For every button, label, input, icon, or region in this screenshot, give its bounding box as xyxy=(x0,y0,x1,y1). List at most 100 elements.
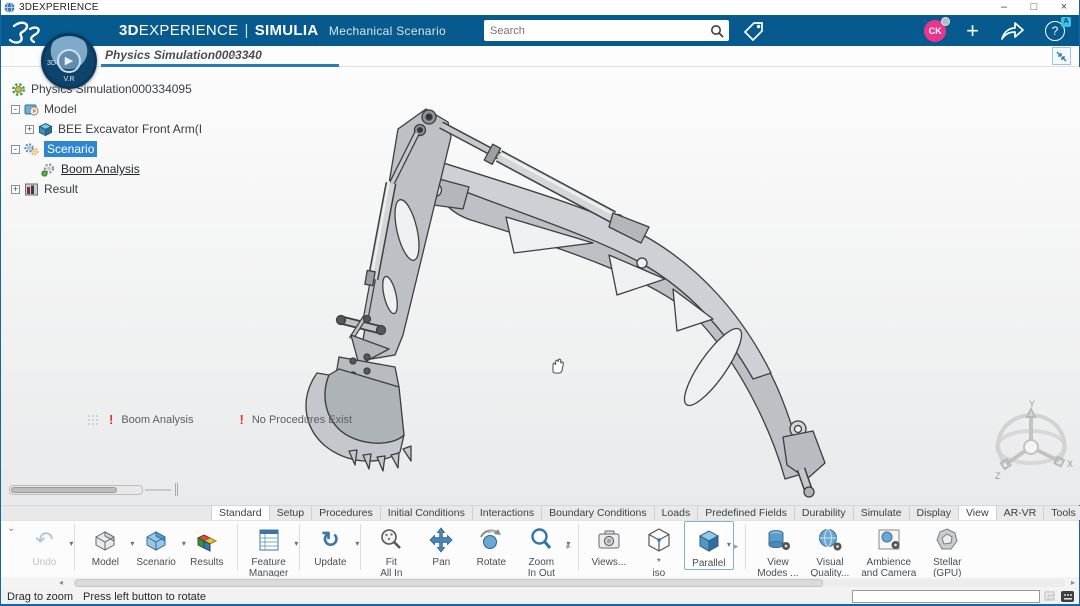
help-button[interactable]: ? A xyxy=(1045,21,1065,41)
dropdown-arrow-icon[interactable]: ▾ xyxy=(727,540,731,549)
app-globe-icon xyxy=(4,2,15,13)
tree-row-model[interactable]: - Model xyxy=(5,99,202,119)
iso-view-button[interactable]: * iso ▾ xyxy=(634,521,684,579)
avatar[interactable]: CK xyxy=(924,20,946,42)
overlap-windows-icon[interactable] xyxy=(1043,591,1057,603)
scenario-icon xyxy=(141,525,171,555)
toolbar-separator xyxy=(360,524,361,570)
zoom-in-out-button[interactable]: Zoom In Out ▾ xyxy=(516,521,566,579)
document-tab[interactable]: Physics Simulation0003340 xyxy=(105,48,262,62)
tree-expander[interactable]: + xyxy=(25,125,34,134)
views-camera-icon xyxy=(594,525,624,555)
tree-row-part[interactable]: + BEE Excavator Front Arm(I xyxy=(5,119,202,139)
app-header: ▶ 3D V.R 3DEXPERIENCE|SIMULIA Mechanical… xyxy=(1,15,1079,46)
toolbar-collapse-chevron-icon[interactable]: ⌄ xyxy=(3,521,19,536)
views-button[interactable]: Views... xyxy=(584,521,634,568)
tree-model-label[interactable]: Model xyxy=(44,102,77,116)
group-expand-icon[interactable]: ▸ xyxy=(734,541,739,552)
ribbon-tab-predefined-fields[interactable]: Predefined Fields xyxy=(698,506,795,520)
tree-analysis-label[interactable]: Boom Analysis xyxy=(61,162,140,176)
warning-no-procedures[interactable]: No Procedures Exist xyxy=(252,414,352,426)
tree-row-result[interactable]: + Result xyxy=(5,179,202,199)
ribbon-tab-tools[interactable]: Tools xyxy=(1044,506,1080,520)
dropdown-arrow-icon[interactable]: ▾ xyxy=(355,539,359,548)
brand-app: SIMULIA xyxy=(255,22,319,39)
tree-expander[interactable]: + xyxy=(11,185,20,194)
dropdown-arrow-icon[interactable]: ▾ xyxy=(566,539,570,548)
ribbon-tab-loads[interactable]: Loads xyxy=(655,506,699,520)
ribbon-tab-display[interactable]: Display xyxy=(910,506,959,520)
3d-viewport[interactable]: Physics Simulation000334095 - Model + BE… xyxy=(1,67,1080,505)
ambience-camera-icon xyxy=(874,525,904,555)
model-button[interactable]: Model ▾ xyxy=(80,521,130,568)
scroll-left-icon[interactable]: ◂ xyxy=(59,577,63,589)
ribbon-tab-view[interactable]: View xyxy=(959,506,997,520)
tree-row-scenario[interactable]: - Scenario xyxy=(5,139,202,159)
tree-result-label[interactable]: Result xyxy=(44,182,78,196)
compass-widget[interactable]: ▶ 3D V.R xyxy=(41,33,97,89)
tree-part-label[interactable]: BEE Excavator Front Arm(I xyxy=(58,122,202,136)
new-tab-button[interactable]: + xyxy=(229,47,237,63)
tree-width-slider[interactable] xyxy=(9,485,169,495)
dropdown-arrow-icon[interactable]: ▾ xyxy=(294,539,298,548)
status-bar: Drag to zoom Press left button to rotate xyxy=(1,589,1079,604)
ribbon-tab-initial-conditions[interactable]: Initial Conditions xyxy=(381,506,473,520)
scrollbar-thumb[interactable] xyxy=(75,579,823,587)
ribbon-tab-simulate[interactable]: Simulate xyxy=(854,506,910,520)
ribbon-tab-standard[interactable]: Standard xyxy=(211,506,270,520)
slider-thumb[interactable] xyxy=(11,487,117,493)
grip-dots-icon[interactable] xyxy=(87,414,101,426)
close-button[interactable]: × xyxy=(1049,0,1079,15)
axis-triad[interactable]: Y X Z xyxy=(989,399,1075,491)
undo-button[interactable]: ↶ Undo ▾ xyxy=(19,521,69,568)
toolbar-separator xyxy=(299,524,300,570)
view-modes-button[interactable]: View Modes ... xyxy=(751,521,804,579)
search-input[interactable] xyxy=(484,25,707,37)
rotate-button[interactable]: Rotate xyxy=(466,521,516,568)
ribbon-tab-interactions[interactable]: Interactions xyxy=(473,506,542,520)
collapse-viewport-button[interactable] xyxy=(1052,47,1071,65)
scroll-right-icon[interactable]: ▸ xyxy=(1071,577,1075,589)
avatar-status-badge xyxy=(941,17,950,26)
fit-all-in-button[interactable]: Fit All In xyxy=(366,521,416,579)
ribbon-tab-durability[interactable]: Durability xyxy=(795,506,854,520)
scenario-button[interactable]: Scenario ▾ xyxy=(130,521,181,568)
minimize-button[interactable]: – xyxy=(989,0,1019,15)
tree-scenario-label[interactable]: Scenario xyxy=(44,141,97,157)
tree-expander[interactable]: - xyxy=(11,105,20,114)
warning-icon: ! xyxy=(109,412,113,427)
triad-y-label: Y xyxy=(1029,399,1035,409)
ribbon-tab-boundary-conditions[interactable]: Boundary Conditions xyxy=(542,506,654,520)
brand-experience: EXPERIENCE xyxy=(139,22,239,39)
toolbar-scrollbar[interactable]: ◂ ▸ xyxy=(1,577,1079,589)
iso-cube-icon xyxy=(644,525,674,555)
tree-row-analysis[interactable]: Boom Analysis xyxy=(5,159,202,179)
feature-manager-button[interactable]: Feature Manager ▾ xyxy=(243,521,294,579)
results-button[interactable]: Results xyxy=(182,521,232,568)
visual-quality-button[interactable]: Visual Quality... xyxy=(805,521,856,579)
parallel-view-button[interactable]: Parallel ▾ xyxy=(684,521,734,570)
warning-boom-analysis[interactable]: Boom Analysis xyxy=(121,414,193,426)
update-button[interactable]: ↻ Update ▾ xyxy=(305,521,355,568)
ribbon-tab-ar-vr[interactable]: AR-VR xyxy=(997,506,1045,520)
ambience-camera-button[interactable]: Ambience and Camera xyxy=(855,521,922,579)
stellar-gpu-button[interactable]: Stellar (GPU) xyxy=(922,521,972,579)
dropdown-arrow-icon[interactable]: ▾ xyxy=(69,539,73,548)
help-notification-badge: A xyxy=(1061,17,1071,27)
tree-expander[interactable]: - xyxy=(11,145,20,154)
pan-button[interactable]: Pan xyxy=(416,521,466,568)
virtual-keyboard-icon[interactable] xyxy=(1060,590,1075,603)
fit-all-in-icon xyxy=(376,525,406,555)
add-content-button[interactable]: + xyxy=(966,21,979,41)
model-icon xyxy=(90,525,120,555)
ribbon-tab-procedures[interactable]: Procedures xyxy=(312,506,381,520)
tree-row-root[interactable]: Physics Simulation000334095 xyxy=(5,79,202,99)
share-icon[interactable] xyxy=(999,20,1025,42)
ribbon-tab-setup[interactable]: Setup xyxy=(270,506,312,520)
compass-play-icon[interactable]: ▶ xyxy=(57,49,81,73)
search-icon[interactable] xyxy=(707,23,729,39)
command-input[interactable] xyxy=(852,590,1040,603)
update-icon: ↻ xyxy=(321,525,339,555)
maximize-button[interactable]: □ xyxy=(1019,0,1049,15)
tag-icon[interactable] xyxy=(741,19,765,43)
